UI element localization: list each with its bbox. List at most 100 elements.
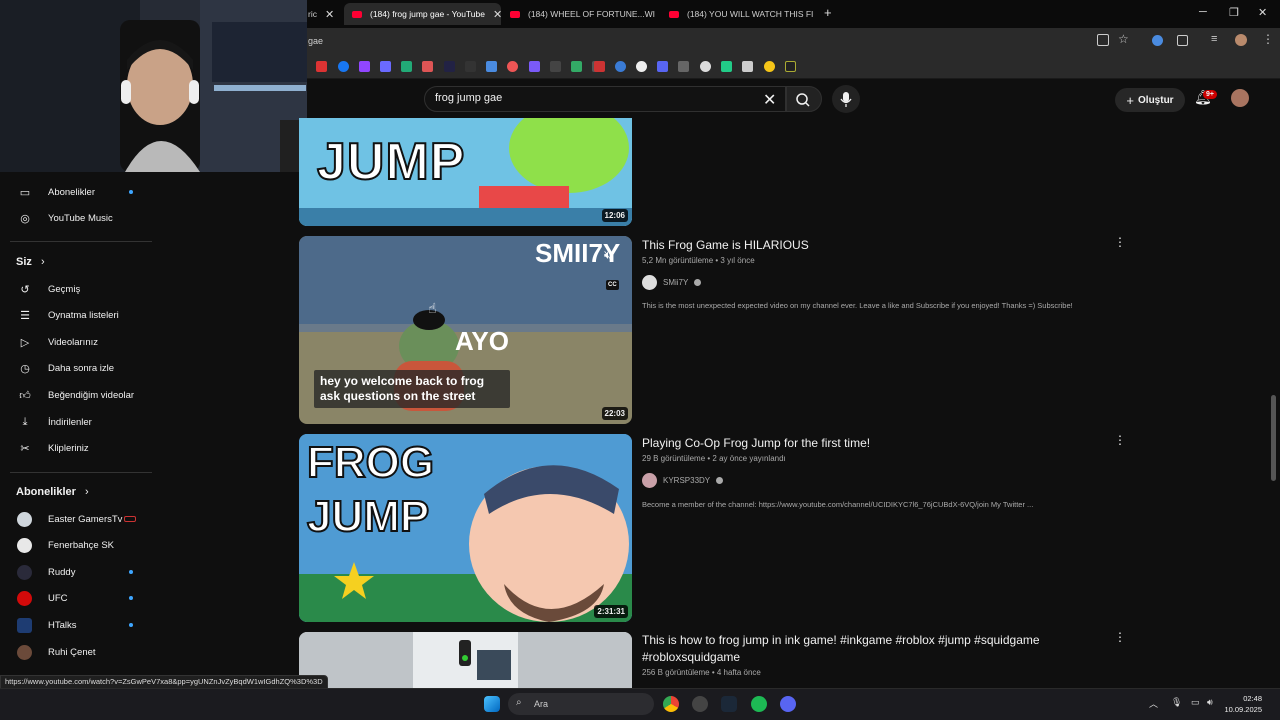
create-button[interactable]: + Oluştur: [1115, 88, 1185, 112]
tab[interactable]: (184) YOU WILL WATCH THIS FI✕: [661, 3, 817, 25]
sidebar-sub-ruddy[interactable]: Ruddy: [0, 559, 150, 585]
minimize-button[interactable]: ─: [1199, 6, 1207, 18]
bookmark-icon[interactable]: [742, 61, 753, 72]
steam-icon[interactable]: [721, 696, 737, 712]
bookmark-icon[interactable]: [615, 61, 626, 72]
bookmark-icon[interactable]: [359, 61, 370, 72]
sidebar-sub-ufc[interactable]: UFC: [0, 585, 150, 611]
channel-avatar: [17, 590, 32, 606]
channel-avatar: [17, 511, 32, 527]
bookmark-icon[interactable]: [444, 61, 455, 72]
channel-link[interactable]: SMii7Y: [642, 275, 702, 290]
bookmark-icon[interactable]: [507, 61, 518, 72]
install-app-icon[interactable]: [1097, 34, 1109, 46]
display-icon[interactable]: ▭: [1191, 697, 1200, 708]
sidebar-item-clips[interactable]: ✂ Klipleriniz: [0, 435, 150, 461]
sidebar-subscriptions-heading[interactable]: Abonelikler ›: [16, 486, 89, 498]
bookmark-icon[interactable]: [529, 61, 540, 72]
scrollbar-thumb[interactable]: [1271, 395, 1276, 481]
tab[interactable]: (184) WHEEL OF FORTUNE...WI✕: [502, 3, 660, 25]
bookmark-icon[interactable]: [721, 61, 732, 72]
tab-active[interactable]: (184) frog jump gae - YouTube ✕: [344, 3, 501, 25]
clear-search-icon[interactable]: ✕: [763, 90, 776, 110]
bookmark-star-icon[interactable]: ☆: [1118, 32, 1129, 46]
bookmark-icon[interactable]: [785, 61, 796, 72]
windows-start-icon[interactable]: [484, 696, 500, 712]
bookmark-icon[interactable]: [380, 61, 391, 72]
divider: [10, 472, 152, 473]
bookmark-icon[interactable]: [422, 61, 433, 72]
channel-link[interactable]: KYRSP33DY: [642, 473, 724, 488]
bookmark-icon[interactable]: [636, 61, 647, 72]
profile-avatar[interactable]: [1235, 34, 1247, 46]
video-duration: 12:06: [601, 209, 628, 222]
more-options-icon[interactable]: ⋮: [1114, 433, 1126, 447]
search-button[interactable]: [786, 86, 822, 112]
bookmark-icon[interactable]: [764, 61, 775, 72]
extensions-puzzle-icon[interactable]: [1177, 35, 1188, 46]
bookmark-icon[interactable]: [401, 61, 412, 72]
close-window-button[interactable]: ✕: [1258, 6, 1267, 19]
video-thumbnail[interactable]: FROG JUMP 2:31:31: [299, 434, 632, 622]
mute-icon[interactable]: 🔇︎: [604, 248, 612, 263]
youtube-favicon-icon: [669, 10, 679, 18]
bookmark-icon[interactable]: [657, 61, 668, 72]
bookmark-icon[interactable]: [594, 61, 605, 72]
sidebar-item-history[interactable]: ↺ Geçmiş: [0, 276, 150, 302]
captions-button[interactable]: CC: [606, 280, 619, 290]
bookmark-icon[interactable]: [700, 61, 711, 72]
tab-close-icon[interactable]: ✕: [813, 8, 817, 21]
more-options-icon[interactable]: ⋮: [1114, 630, 1126, 644]
sidebar-item-subscriptions[interactable]: ▭ Abonelikler: [0, 179, 150, 205]
voice-search-button[interactable]: [832, 85, 860, 113]
sidebar-sub-fenerbahce[interactable]: Fenerbahçe SK: [0, 532, 150, 558]
extension-icon[interactable]: [1152, 35, 1163, 46]
bookmark-icon[interactable]: [571, 61, 582, 72]
video-thumbnail[interactable]: JUMP 12:06: [299, 118, 632, 226]
discord-icon[interactable]: [780, 696, 796, 712]
video-title[interactable]: This Frog Game is HILARIOUS: [642, 237, 1092, 254]
sidebar-item-watch-later[interactable]: ◷ Daha sonra izle: [0, 355, 150, 381]
sidebar-item-downloads[interactable]: ⤓ İndirilenler: [0, 409, 150, 435]
app-icon[interactable]: [692, 696, 708, 712]
chrome-icon[interactable]: [663, 696, 679, 712]
sidebar-sub-htalks[interactable]: HTalks: [0, 612, 150, 638]
sidebar-item-liked-videos[interactable]: 👍︎ Beğendiğim videolar: [0, 382, 150, 408]
tab-close-icon[interactable]: ✕: [485, 8, 501, 21]
your-videos-icon: ▷: [20, 336, 30, 349]
music-icon: ◎: [20, 212, 30, 225]
bookmark-icon[interactable]: [316, 61, 327, 72]
volume-icon[interactable]: 🔊︎: [1207, 697, 1213, 708]
maximize-button[interactable]: ❐: [1229, 6, 1239, 19]
spotify-icon[interactable]: [751, 696, 767, 712]
bookmark-icon[interactable]: [678, 61, 689, 72]
video-title[interactable]: Playing Co-Op Frog Jump for the first ti…: [642, 435, 1092, 452]
video-title[interactable]: This is how to frog jump in ink game! #i…: [642, 632, 1072, 666]
status-url: https://www.youtube.com/watch?v=ZsGwPeV7…: [0, 675, 328, 689]
tab-close-icon[interactable]: ✕: [317, 8, 334, 21]
video-thumbnail[interactable]: [299, 632, 632, 688]
taskbar-search[interactable]: ⌕ Ara: [508, 693, 654, 715]
mic-tray-icon[interactable]: 🎙︎: [1171, 697, 1182, 708]
sidebar-you-heading[interactable]: Siz ›: [16, 256, 45, 268]
sidebar-sub-ruhi-cenet[interactable]: Ruhi Çenet: [0, 639, 150, 665]
bookmark-icon[interactable]: [550, 61, 561, 72]
sidebar-sub-easter-gamerstv[interactable]: Easter GamersTv: [0, 506, 150, 532]
url-field[interactable]: gae: [308, 36, 323, 46]
sidebar-item-youtube-music[interactable]: ◎ YouTube Music: [0, 205, 150, 231]
tray-chevron-icon[interactable]: ︿: [1149, 697, 1158, 710]
bookmark-icon[interactable]: [465, 61, 476, 72]
bookmark-icon[interactable]: [486, 61, 497, 72]
sidebar-item-playlists[interactable]: ☰ Oynatma listeleri: [0, 302, 150, 328]
taskbar-clock[interactable]: 02:48 10.09.2025: [1222, 693, 1262, 715]
tab-close-icon[interactable]: ✕: [655, 8, 660, 21]
like-icon: 👍︎: [19, 389, 31, 402]
new-tab-button[interactable]: +: [824, 5, 832, 20]
menu-dots-icon[interactable]: ⋮: [1262, 32, 1274, 46]
more-options-icon[interactable]: ⋮: [1114, 235, 1126, 249]
account-avatar[interactable]: [1231, 89, 1249, 107]
reading-list-icon[interactable]: ≡: [1211, 33, 1217, 45]
sidebar-item-your-videos[interactable]: ▷ Videolarınız: [0, 329, 150, 355]
video-thumbnail[interactable]: SMII7Y AYO hey yo welcome back to frog a…: [299, 236, 632, 424]
bookmark-icon[interactable]: [338, 61, 349, 72]
